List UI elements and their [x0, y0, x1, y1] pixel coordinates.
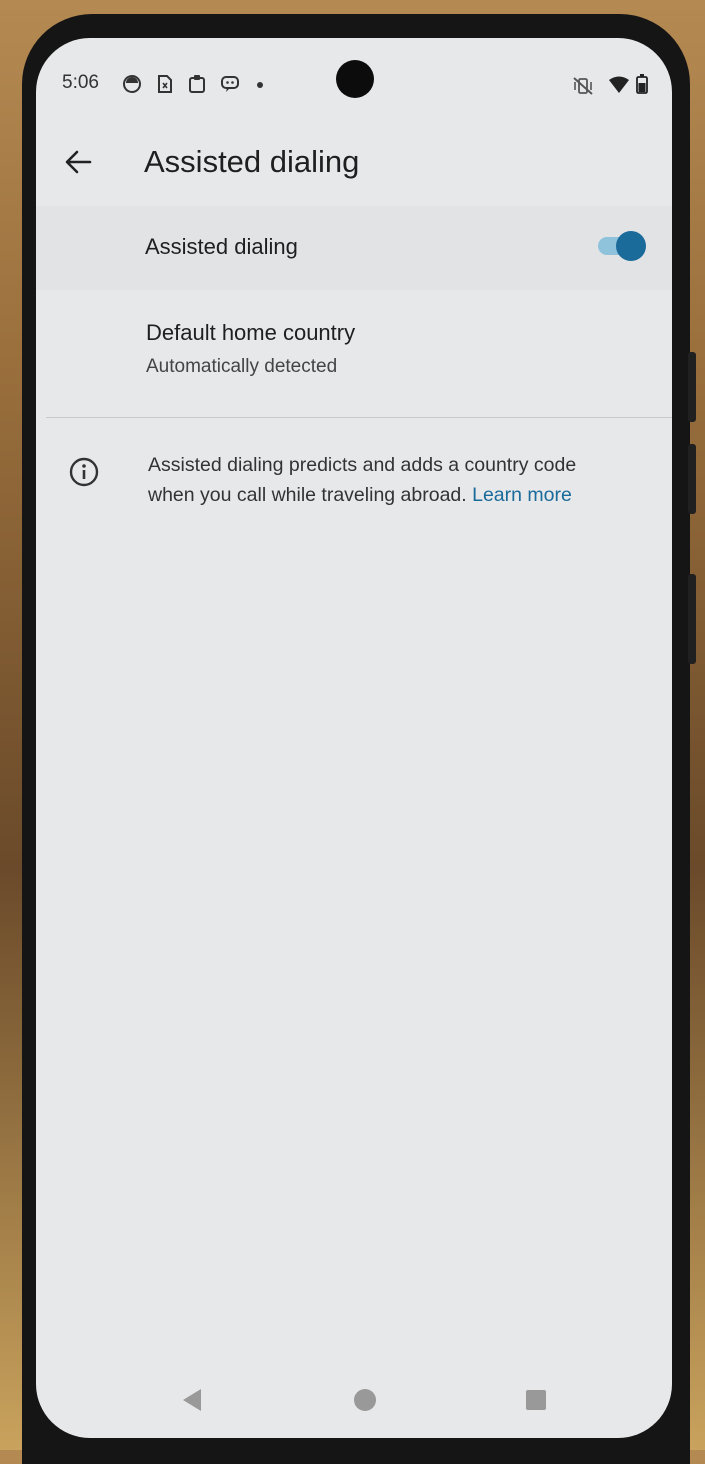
nav-back-icon[interactable]	[179, 1386, 207, 1414]
phone-side-button	[688, 444, 696, 514]
back-arrow-icon[interactable]	[60, 144, 96, 180]
nav-recents-icon[interactable]	[522, 1386, 550, 1414]
wifi-icon	[609, 76, 629, 93]
dot-icon	[257, 82, 263, 88]
notification-icon	[123, 75, 141, 93]
vibrate-off-icon	[573, 77, 593, 95]
app-bar: Assisted dialing	[36, 130, 672, 194]
phone-frame: 5:06 Assisted dialing Assisted dialing D…	[22, 14, 696, 1464]
info-text: Assisted dialing predicts and adds a cou…	[148, 450, 628, 510]
learn-more-link[interactable]: Learn more	[472, 484, 572, 506]
default-home-country-row[interactable]: Default home country Automatically detec…	[36, 296, 672, 416]
divider	[46, 417, 672, 418]
message-icon	[221, 76, 239, 92]
sim-icon	[158, 75, 172, 93]
phone-side-button	[688, 574, 696, 664]
info-section: Assisted dialing predicts and adds a cou…	[36, 434, 672, 544]
page-title: Assisted dialing	[144, 144, 360, 179]
status-time: 5:06	[62, 72, 99, 93]
status-bar: 5:06	[36, 38, 672, 118]
battery-icon	[636, 74, 648, 94]
assisted-dialing-row[interactable]: Assisted dialing	[36, 206, 672, 290]
navigation-bar	[36, 1370, 672, 1430]
phone-side-button	[688, 352, 696, 422]
toggle-thumb	[616, 231, 646, 261]
front-camera	[336, 60, 374, 98]
nav-home-icon[interactable]	[351, 1386, 379, 1414]
default-home-country-title: Default home country	[146, 320, 356, 345]
info-icon	[69, 457, 99, 487]
assisted-dialing-toggle[interactable]	[598, 228, 646, 266]
screen: 5:06 Assisted dialing Assisted dialing D…	[36, 38, 672, 1438]
default-home-country-value: Automatically detected	[146, 356, 338, 377]
clipboard-icon	[189, 75, 205, 93]
assisted-dialing-label: Assisted dialing	[145, 234, 298, 259]
